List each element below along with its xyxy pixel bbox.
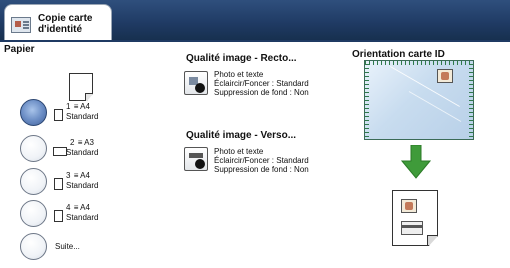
paper-option-1[interactable]: 1 ≡ A4 Standard — [20, 99, 160, 127]
paper-title: Papier — [4, 44, 35, 55]
paper-option-size: 4 ≡ A4 — [66, 203, 90, 212]
quality-front-summary: Photo et texte Éclaircir/Foncer : Standa… — [214, 70, 309, 97]
output-page-icon — [392, 190, 438, 246]
paper-option-size: 1 ≡ A4 — [66, 102, 90, 111]
radio-button[interactable] — [20, 168, 47, 195]
orientation-title: Orientation carte ID — [352, 49, 445, 60]
paper-icon — [69, 73, 93, 101]
paper-portrait-icon — [54, 109, 63, 121]
scanner-glass-preview[interactable] — [364, 60, 474, 140]
quality-front-icon[interactable] — [184, 71, 208, 95]
id-card-front-icon — [401, 199, 417, 213]
quality-back-summary: Photo et texte Éclaircir/Foncer : Standa… — [214, 147, 309, 174]
radio-button[interactable] — [20, 135, 47, 162]
quality-front-button[interactable]: Qualité image - Recto... — [186, 53, 297, 64]
radio-button[interactable] — [20, 233, 47, 260]
paper-more-option[interactable]: Suite... — [20, 233, 160, 261]
paper-landscape-icon — [53, 147, 67, 156]
tab-id-card-copy[interactable]: Copie carte d'identité — [4, 4, 112, 42]
paper-portrait-icon — [54, 178, 63, 190]
paper-option-4[interactable]: 4 ≡ A4 Standard — [20, 200, 160, 228]
quality-back-button[interactable]: Qualité image - Verso... — [186, 130, 296, 141]
arrow-down-icon — [401, 145, 431, 179]
id-card-back-icon — [401, 221, 423, 235]
more-label: Suite... — [55, 242, 80, 251]
paper-option-type: Standard — [66, 148, 99, 157]
paper-option-size: 3 ≡ A4 — [66, 171, 90, 180]
paper-option-size: 2 ≡ A3 — [70, 138, 94, 147]
paper-option-type: Standard — [66, 112, 99, 121]
paper-option-2[interactable]: 2 ≡ A3 Standard — [20, 135, 160, 163]
quality-back-icon[interactable] — [184, 147, 208, 171]
id-card-icon — [437, 69, 453, 83]
id-card-icon — [11, 17, 31, 33]
paper-option-3[interactable]: 3 ≡ A4 Standard — [20, 168, 160, 196]
paper-portrait-icon — [54, 210, 63, 222]
radio-button[interactable] — [20, 99, 47, 126]
tab-label: Copie carte d'identité — [38, 13, 93, 35]
radio-button[interactable] — [20, 200, 47, 227]
paper-option-type: Standard — [66, 181, 99, 190]
paper-option-type: Standard — [66, 213, 99, 222]
